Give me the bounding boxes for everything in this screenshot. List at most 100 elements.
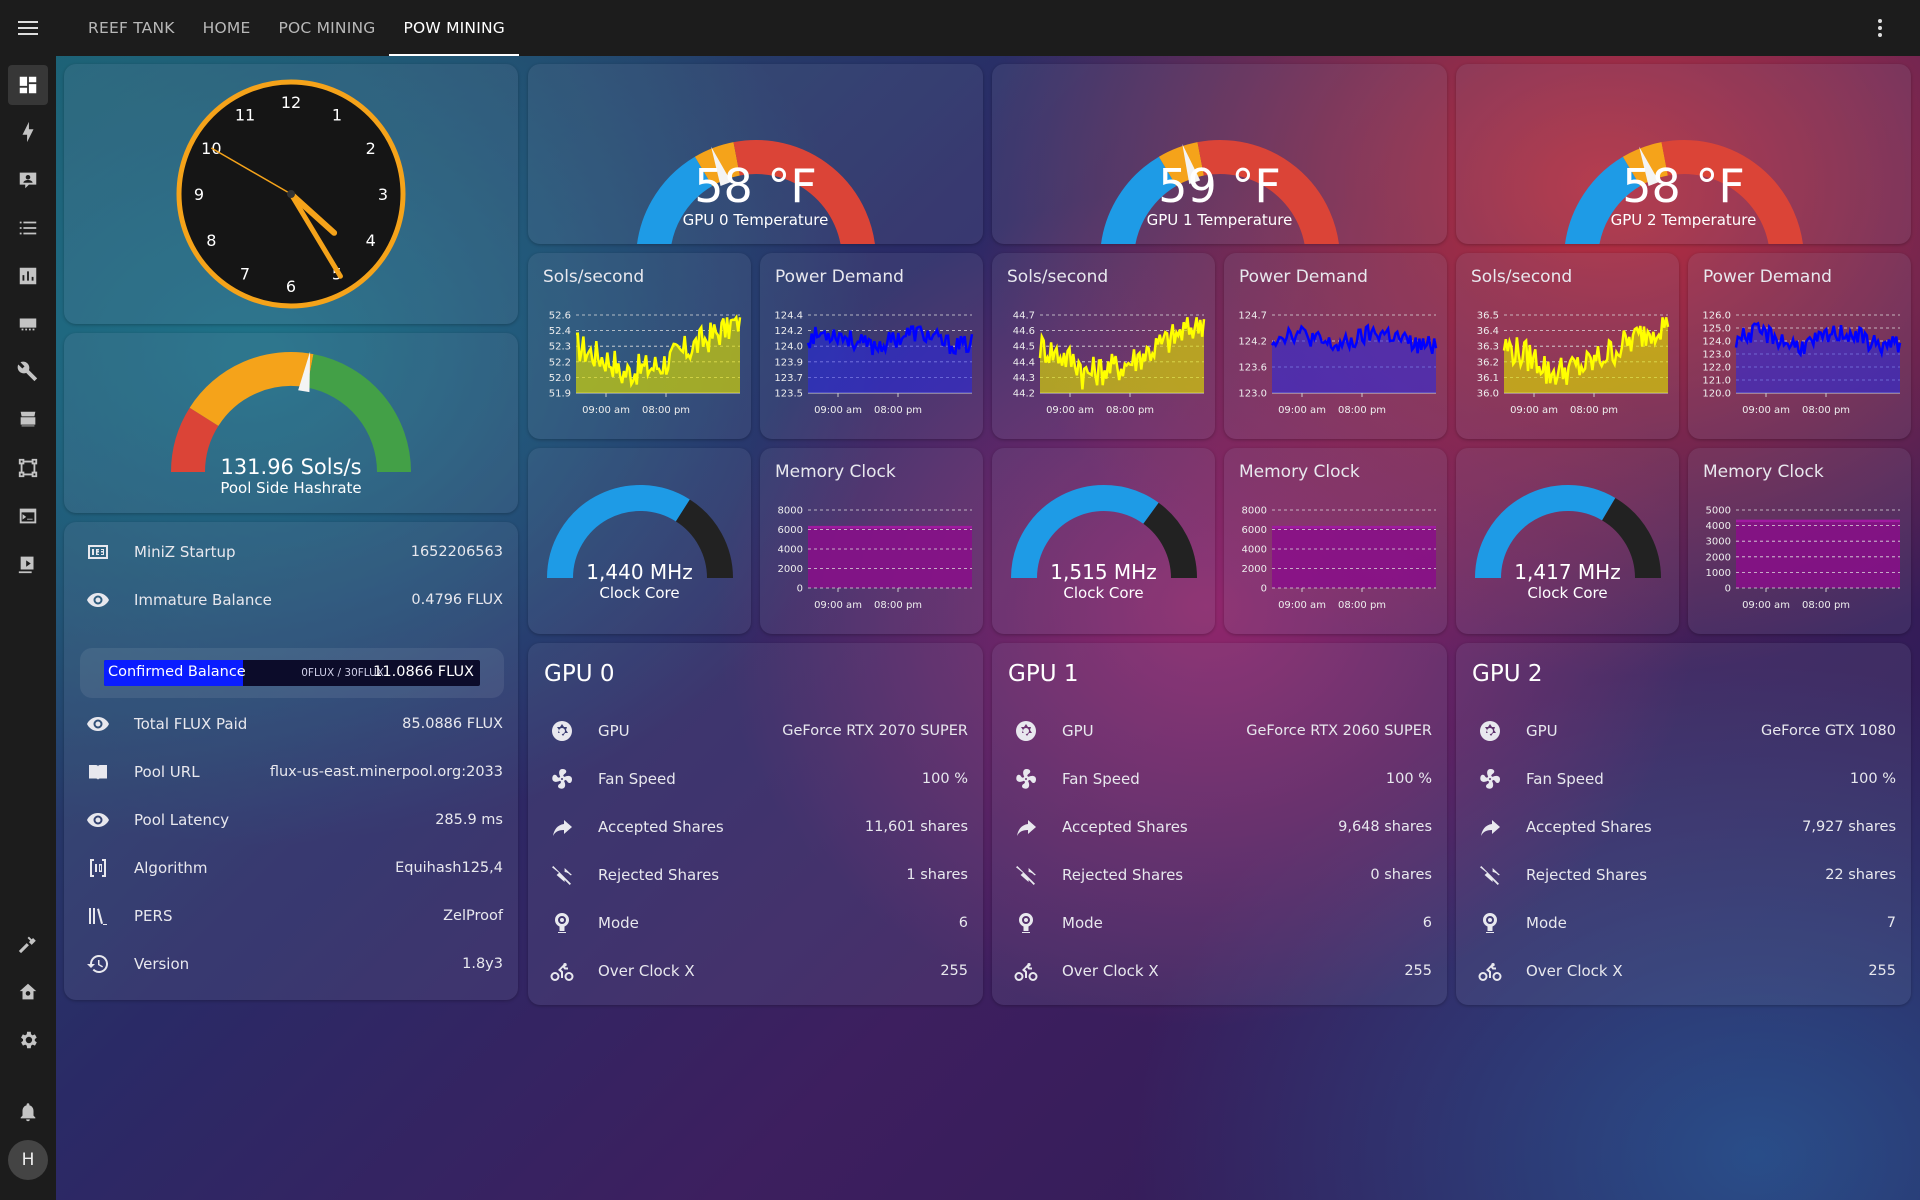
wrench-icon[interactable] bbox=[8, 352, 48, 392]
entity-row[interactable]: GPU GeForce RTX 2070 SUPER bbox=[528, 707, 983, 755]
entity-row[interactable]: PERS ZelProof bbox=[64, 892, 518, 940]
fan-icon bbox=[550, 767, 574, 791]
entity-value: 6 bbox=[958, 915, 968, 931]
memory-area bbox=[1736, 520, 1900, 588]
memory-clock-card[interactable]: Memory Clock 8000 6000 4000 2000 0 09:00 am 08:… bbox=[760, 448, 983, 634]
tab-home[interactable]: HOME bbox=[189, 0, 265, 56]
chart-icon[interactable] bbox=[8, 256, 48, 296]
y-tick-label: 36.2 bbox=[1477, 357, 1499, 368]
x-tick-label: 08:00 pm bbox=[642, 405, 690, 416]
entity-label: PERS bbox=[134, 907, 173, 925]
bike-fast-icon bbox=[1014, 959, 1038, 983]
energy-icon[interactable] bbox=[8, 112, 48, 152]
tab-reef-tank[interactable]: REEF TANK bbox=[74, 0, 189, 56]
entity-row[interactable]: Fan Speed 100 % bbox=[1456, 755, 1911, 803]
entity-label: Pool Latency bbox=[134, 811, 230, 829]
clock-core-card[interactable]: 1,440 MHz Clock Core bbox=[528, 448, 751, 634]
entity-row[interactable]: Fan Speed 100 % bbox=[992, 755, 1447, 803]
entity-row[interactable]: GPU GeForce GTX 1080 bbox=[1456, 707, 1911, 755]
share-arrow-icon bbox=[1478, 815, 1502, 839]
entity-row[interactable]: GPU GeForce RTX 2060 SUPER bbox=[992, 707, 1447, 755]
x-tick-label: 09:00 am bbox=[1046, 405, 1094, 416]
y-tick-label: 36.0 bbox=[1477, 389, 1499, 400]
eye-icon bbox=[86, 588, 110, 612]
clock-card: 121234567891011 bbox=[64, 64, 518, 324]
y-tick-label: 123.5 bbox=[774, 389, 803, 400]
dashboard-icon[interactable] bbox=[8, 65, 48, 105]
gpu-title: GPU 0 bbox=[544, 661, 615, 687]
entity-label: Version bbox=[134, 955, 190, 973]
entity-row[interactable]: Accepted Shares 9,648 shares bbox=[992, 803, 1447, 851]
clock-core-name: Clock Core bbox=[599, 584, 680, 602]
power-chart-card[interactable]: Power Demand 126.0 125.0 124.0 123.0 122.0 121… bbox=[1688, 253, 1911, 439]
entity-row[interactable]: Algorithm Equihash125,4 bbox=[64, 844, 518, 892]
entity-row[interactable]: Over Clock X 255 bbox=[992, 947, 1447, 995]
account-box-icon[interactable] bbox=[8, 160, 48, 200]
entity-row[interactable]: Over Clock X 255 bbox=[1456, 947, 1911, 995]
power-chart-card[interactable]: Power Demand 124.4 124.2 124.0 123.9 123.7 123… bbox=[760, 253, 983, 439]
sols-chart-card[interactable]: Sols/second 52.6 52.4 52.3 52.2 52.0 51.9 09:00… bbox=[528, 253, 751, 439]
memory-clock-chart: 8000 6000 4000 2000 0 09:00 am 08:00 pm bbox=[1242, 506, 1436, 611]
avatar[interactable]: H bbox=[8, 1140, 48, 1180]
menu-icon[interactable] bbox=[0, 0, 56, 56]
gpu-temperature-card[interactable]: 58 °F GPU 2 Temperature bbox=[1456, 64, 1911, 244]
y-tick-label: 36.1 bbox=[1477, 373, 1499, 384]
entity-row[interactable]: Rejected Shares 1 shares bbox=[528, 851, 983, 899]
gear-icon[interactable] bbox=[8, 1020, 48, 1060]
clock-core-card[interactable]: 1,515 MHz Clock Core bbox=[992, 448, 1215, 634]
list-icon[interactable] bbox=[8, 208, 48, 248]
gpu-temperature-card[interactable]: 58 °F GPU 0 Temperature bbox=[528, 64, 983, 244]
temperature-name: GPU 0 Temperature bbox=[682, 211, 829, 229]
gpu-temperature-card[interactable]: 59 °F GPU 1 Temperature bbox=[992, 64, 1447, 244]
entity-row[interactable]: Rejected Shares 22 shares bbox=[1456, 851, 1911, 899]
entity-row[interactable]: MiniZ Startup 1652206563 bbox=[64, 528, 518, 576]
entity-value: 255 bbox=[1404, 963, 1432, 979]
entity-value: 100 % bbox=[1385, 771, 1432, 787]
entity-label: Accepted Shares bbox=[1526, 818, 1652, 836]
power-chart-card[interactable]: Power Demand 124.7 124.2 123.6 123.0 09:00 am… bbox=[1224, 253, 1447, 439]
sols-chart-card[interactable]: Sols/second 36.5 36.4 36.3 36.2 36.1 36.0 09:00… bbox=[1456, 253, 1679, 439]
entity-row[interactable]: Total FLUX Paid 85.0886 FLUX bbox=[64, 700, 518, 748]
clock-number: 3 bbox=[378, 185, 388, 204]
entity-row[interactable]: Accepted Shares 11,601 shares bbox=[528, 803, 983, 851]
home-cog-icon[interactable] bbox=[8, 972, 48, 1012]
terminal-icon[interactable] bbox=[8, 496, 48, 536]
hacs-icon[interactable] bbox=[8, 400, 48, 440]
entity-row[interactable]: Accepted Shares 7,927 shares bbox=[1456, 803, 1911, 851]
vector-square-icon[interactable] bbox=[8, 448, 48, 488]
y-tick-label: 44.7 bbox=[1013, 311, 1035, 322]
y-tick-label: 52.4 bbox=[549, 326, 571, 337]
entity-row[interactable]: Fan Speed 100 % bbox=[528, 755, 983, 803]
entity-row[interactable]: Mode 6 bbox=[528, 899, 983, 947]
eye-icon bbox=[86, 712, 110, 736]
sols-chart-card[interactable]: Sols/second 44.7 44.6 44.5 44.4 44.3 44.2 09:00… bbox=[992, 253, 1215, 439]
tab-pow-mining[interactable]: POW MINING bbox=[389, 0, 519, 56]
entity-row[interactable]: Pool URL flux-us-east.minerpool.org:2033 bbox=[64, 748, 518, 796]
entity-row[interactable]: Mode 6 bbox=[992, 899, 1447, 947]
y-tick-label: 126.0 bbox=[1702, 311, 1731, 322]
entity-value: 255 bbox=[1868, 963, 1896, 979]
bell-icon[interactable] bbox=[8, 1092, 48, 1132]
media-icon[interactable] bbox=[8, 544, 48, 584]
fan-icon bbox=[1014, 767, 1038, 791]
entity-row[interactable]: Pool Latency 285.9 ms bbox=[64, 796, 518, 844]
y-tick-label: 52.0 bbox=[549, 373, 571, 384]
entity-row[interactable]: Over Clock X 255 bbox=[528, 947, 983, 995]
gpu-icon bbox=[1014, 719, 1038, 743]
clock-core-card[interactable]: 1,417 MHz Clock Core bbox=[1456, 448, 1679, 634]
entity-row[interactable]: Mode 7 bbox=[1456, 899, 1911, 947]
tab-poc-mining[interactable]: POC MINING bbox=[264, 0, 389, 56]
memory-clock-card[interactable]: Memory Clock 5000 4000 3000 2000 1000 0 09:00 a… bbox=[1688, 448, 1911, 634]
entity-row[interactable]: Version 1.8y3 bbox=[64, 940, 518, 988]
more-vert-icon[interactable] bbox=[1868, 16, 1892, 44]
y-tick-label: 124.2 bbox=[1238, 337, 1267, 348]
entity-row[interactable]: Rejected Shares 0 shares bbox=[992, 851, 1447, 899]
entity-row[interactable]: Immature Balance 0.4796 FLUX bbox=[64, 576, 518, 624]
hammer-icon[interactable] bbox=[8, 924, 48, 964]
memory-icon[interactable] bbox=[8, 304, 48, 344]
view-tabs: REEF TANK HOME POC MINING POW MINING bbox=[74, 0, 519, 56]
memory-clock-chart: 5000 4000 3000 2000 1000 0 09:00 am 08:00 pm bbox=[1706, 506, 1900, 611]
confirmed-balance-bar[interactable]: Confirmed Balance 0FLUX / 30FLUX 11.0866… bbox=[80, 648, 504, 698]
memory-clock-card[interactable]: Memory Clock 8000 6000 4000 2000 0 09:00 am 08:… bbox=[1224, 448, 1447, 634]
hashrate-gauge-card[interactable]: 131.96 Sols/s Pool Side Hashrate bbox=[64, 333, 518, 513]
